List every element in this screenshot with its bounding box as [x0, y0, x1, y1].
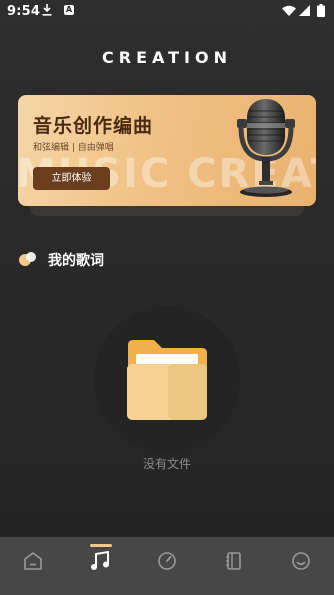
empty-state-text: 没有文件 — [142, 457, 191, 471]
smile-icon — [292, 552, 310, 570]
section-title: 我的歌词 — [48, 253, 104, 269]
nav-item-notebook[interactable] — [201, 537, 267, 595]
banner-subtitle: 和弦编辑 | 自由弹唱 — [33, 143, 114, 153]
status-time: 9:54 — [7, 4, 41, 19]
app-screen: 9:54 A CREATION MUSIC CREATION 音乐创作编曲 和弦… — [0, 0, 334, 595]
microphone-icon — [237, 99, 295, 197]
banner-title: 音乐创作编曲 — [33, 115, 154, 137]
page-title: CREATION — [102, 48, 232, 67]
signal-icon — [299, 5, 310, 16]
music-note-icon — [91, 550, 109, 570]
nav-item-music[interactable] — [67, 537, 133, 595]
home-icon — [24, 552, 42, 570]
status-bar: 9:54 A — [0, 0, 334, 24]
lyrics-section-icon — [19, 252, 36, 266]
compass-icon — [158, 552, 176, 570]
nav-item-home[interactable] — [0, 537, 66, 595]
notebook-icon — [226, 552, 241, 570]
creation-banner[interactable]: MUSIC CREATION 音乐创作编曲 和弦编辑 | 自由弹唱 立即体验 — [18, 95, 316, 206]
folder-icon — [127, 340, 207, 420]
nav-item-profile[interactable] — [268, 537, 334, 595]
bottom-nav — [0, 537, 334, 595]
wifi-icon — [282, 5, 296, 16]
battery-icon — [317, 4, 325, 17]
nav-active-indicator — [90, 544, 112, 547]
app-notification-icon: A — [64, 5, 74, 15]
try-now-button[interactable]: 立即体验 — [33, 167, 110, 190]
nav-item-discover[interactable] — [134, 537, 200, 595]
download-icon — [42, 4, 52, 16]
